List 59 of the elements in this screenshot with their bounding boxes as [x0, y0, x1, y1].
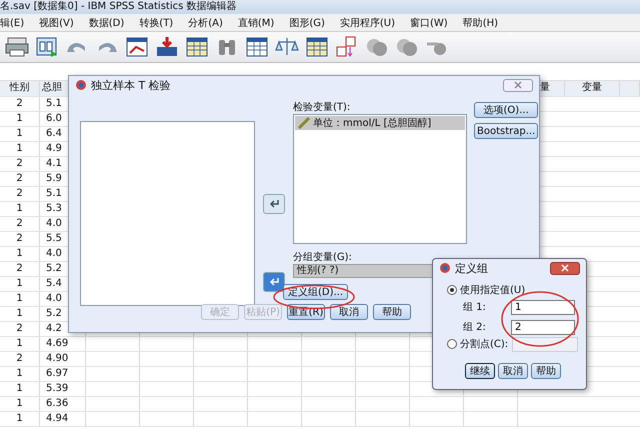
- table-cell: 4.90: [40, 352, 86, 366]
- field-label: 分组变量(G):: [293, 252, 352, 264]
- table-cell: 2: [0, 187, 40, 201]
- table-cell: 4.94: [40, 412, 86, 426]
- window-title: 名.sav [数据集0] - IBM SPSS Statistics 数据编辑器: [0, 1, 237, 12]
- dialog-button[interactable]: 选项(O)...: [474, 102, 538, 118]
- table-cell: 1: [0, 337, 40, 351]
- column-header[interactable]: 性别: [0, 81, 40, 96]
- table-cell: 6.36: [40, 397, 86, 411]
- menu-item[interactable]: 直销(M): [238, 16, 274, 30]
- table-cell: 2: [0, 352, 40, 366]
- field-label: 组 1:: [463, 301, 487, 314]
- table-cell: 1: [0, 247, 40, 261]
- table-cell: 1: [0, 397, 40, 411]
- option-label: 使用指定值(U): [460, 284, 526, 297]
- dialog-button[interactable]: 继续: [465, 363, 495, 379]
- dialog-button[interactable]: Bootstrap...: [474, 123, 538, 139]
- table-cell: 1: [0, 367, 40, 381]
- menu-item[interactable]: 分析(A): [188, 16, 223, 30]
- table-cell: 1: [0, 112, 40, 126]
- input-field[interactable]: 2: [511, 320, 575, 334]
- test-variable-list[interactable]: 单位：mmol/L [总胆固醇]: [293, 114, 467, 244]
- table-cell: 2: [0, 97, 40, 111]
- table-cell: 2: [0, 232, 40, 246]
- menu-item[interactable]: 实用程序(U): [340, 16, 395, 30]
- table-cell: 1: [0, 142, 40, 156]
- dialog-button[interactable]: 取消: [330, 304, 368, 320]
- table-cell: 1: [0, 277, 40, 291]
- menu-item[interactable]: 窗口(W): [410, 16, 448, 30]
- table-cell: 1: [0, 127, 40, 141]
- field-label: 组 2:: [463, 321, 487, 334]
- table-cell: 2: [0, 217, 40, 231]
- list-item[interactable]: 单位：mmol/L [总胆固醇]: [295, 116, 465, 130]
- dialog-button[interactable]: 取消: [498, 363, 528, 379]
- table-cell: 2: [0, 322, 40, 336]
- menu-item[interactable]: 视图(V): [39, 16, 74, 30]
- column-header[interactable]: 变量: [565, 81, 620, 96]
- table-cell: 5.39: [40, 382, 86, 396]
- table-cell: 2: [0, 157, 40, 171]
- menu-item[interactable]: 转换(T): [139, 16, 174, 30]
- table-cell: 1: [0, 307, 40, 321]
- dialog-button[interactable]: 帮助: [373, 304, 411, 320]
- table-cell: 1: [0, 412, 40, 426]
- table-cell: 1: [0, 292, 40, 306]
- dialog-button[interactable]: 帮助: [531, 363, 561, 379]
- table-cell: 2: [0, 172, 40, 186]
- table-cell: 6.97: [40, 367, 86, 381]
- field-label: 检验变量(T):: [293, 102, 350, 114]
- menu-item[interactable]: 辑(E): [0, 16, 24, 30]
- menu-item[interactable]: 帮助(H): [462, 16, 498, 30]
- input-field[interactable]: 1: [511, 300, 575, 314]
- option-label: 分割点(C):: [460, 338, 508, 351]
- dialog-title: 独立样本 T 检验: [91, 78, 171, 92]
- table-cell: 4.69: [40, 337, 86, 351]
- table-cell: 1: [0, 382, 40, 396]
- menu-item[interactable]: 图形(G): [289, 16, 325, 30]
- table-cell: 2: [0, 262, 40, 276]
- table-cell: 1: [0, 202, 40, 216]
- menu-item[interactable]: 数据(D): [88, 16, 124, 30]
